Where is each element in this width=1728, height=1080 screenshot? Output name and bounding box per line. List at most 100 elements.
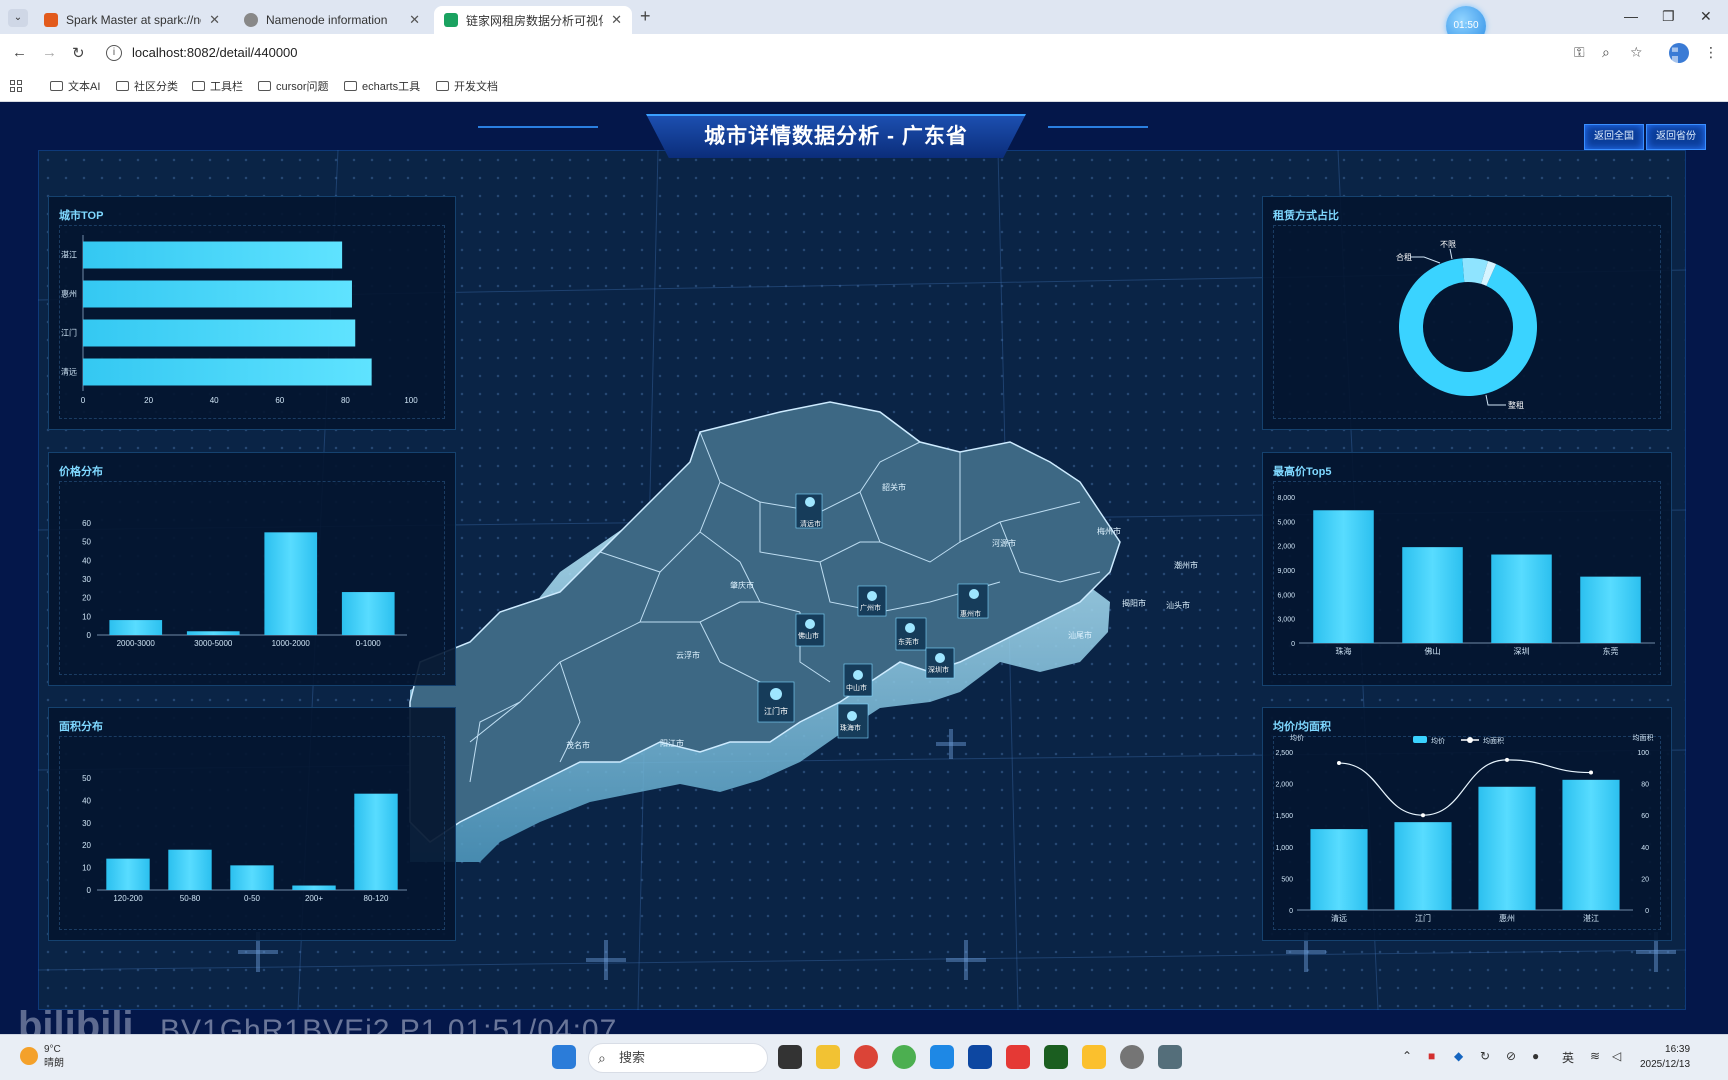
tab-namenode[interactable]: Namenode information ✕ xyxy=(234,6,430,34)
legend-swatch xyxy=(1413,736,1427,743)
app-icon[interactable] xyxy=(1158,1045,1182,1069)
volume-icon[interactable]: ◁ xyxy=(1612,1049,1621,1063)
wifi-icon[interactable]: ≋ xyxy=(1590,1049,1600,1063)
y-tick-label: 8,000 xyxy=(1277,495,1295,502)
bookmark-folder[interactable]: 工具栏 xyxy=(192,78,243,94)
forward-button[interactable]: → xyxy=(42,44,57,61)
app-icon[interactable] xyxy=(930,1045,954,1069)
map-marker-jiangmen[interactable]: 江门市 xyxy=(757,681,795,723)
header-deco-line xyxy=(478,126,598,128)
ime-indicator[interactable]: 英 xyxy=(1562,1049,1574,1066)
bar xyxy=(264,532,318,635)
y-tick-label: 2,500 xyxy=(1275,750,1293,757)
close-window-button[interactable]: ✕ xyxy=(1700,8,1712,25)
x-tick-label: 50-80 xyxy=(180,894,201,903)
y-tick-label: 20 xyxy=(82,841,91,850)
line-point xyxy=(1337,761,1341,766)
map-marker-foshan[interactable]: 佛山市 xyxy=(795,613,825,647)
map-marker-qingyuan[interactable]: 清远市 xyxy=(795,493,823,529)
back-to-province-button[interactable]: 返回省份 xyxy=(1646,124,1706,150)
url-field[interactable]: localhost:8082/detail/440000 xyxy=(132,45,298,60)
map-marker-zhongshan[interactable]: 中山市 xyxy=(843,663,873,697)
tab-close-icon[interactable]: ✕ xyxy=(409,12,420,28)
bookmark-folder[interactable]: 开发文档 xyxy=(436,78,498,94)
tab-dashboard[interactable]: 链家网租房数据分析可视化大屏 ✕ xyxy=(434,6,632,34)
task-view-icon[interactable] xyxy=(778,1045,802,1069)
bookmark-label: 工具栏 xyxy=(210,81,243,93)
site-info-icon[interactable]: i xyxy=(106,45,122,61)
new-tab-button[interactable]: + xyxy=(640,6,651,27)
y-tick-label: 清远 xyxy=(61,367,77,377)
tray-app-icon[interactable]: ■ xyxy=(1428,1049,1435,1063)
bar xyxy=(1478,786,1536,910)
app-icon[interactable] xyxy=(892,1045,916,1069)
search-icon: ⌕ xyxy=(598,1050,606,1066)
map-marker-shenzhen[interactable]: 深圳市 xyxy=(925,647,955,679)
bookmark-folder[interactable]: 文本AI xyxy=(50,78,100,94)
map-marker-guangzhou[interactable]: 广州市 xyxy=(857,585,887,617)
svg-text:惠州市: 惠州市 xyxy=(960,609,981,618)
weather-widget[interactable]: 9°C 晴朗 xyxy=(20,1043,64,1071)
panel-rent-type: 租赁方式占比 整租 合租 不限 xyxy=(1262,196,1672,430)
svg-text:深圳市: 深圳市 xyxy=(928,665,949,674)
bookmark-folder[interactable]: 社区分类 xyxy=(116,78,178,94)
tab-close-icon[interactable]: ✕ xyxy=(611,12,622,28)
x-tick-label: 珠海 xyxy=(1336,646,1352,656)
apps-grid-icon[interactable] xyxy=(10,80,22,92)
folder-icon xyxy=(116,81,129,91)
tab-search-button[interactable]: ⌄ xyxy=(8,9,28,27)
tab-title: Namenode information xyxy=(266,13,388,27)
map-marker-dongguan[interactable]: 东莞市 xyxy=(895,617,927,651)
reload-button[interactable]: ↻ xyxy=(72,44,85,62)
wps-icon[interactable] xyxy=(1006,1045,1030,1069)
tab-spark-master[interactable]: Spark Master at spark://node ✕ xyxy=(34,6,230,34)
y-tick-label: 6,000 xyxy=(1277,592,1295,599)
bookmark-folder[interactable]: cursor问题 xyxy=(258,78,329,94)
legend-label: 均价 xyxy=(1431,736,1445,745)
x-tick-label: 40 xyxy=(210,396,219,405)
taskbar-search[interactable]: ⌕ 搜索 xyxy=(588,1043,768,1073)
svg-text:珠海市: 珠海市 xyxy=(840,723,861,732)
menu-kebab-icon[interactable]: ⋮ xyxy=(1704,44,1718,61)
y2-tick-label: 100 xyxy=(1637,750,1649,757)
folder-icon xyxy=(258,81,271,91)
sun-icon xyxy=(20,1047,38,1065)
y-tick-label: 惠州 xyxy=(61,289,77,299)
app-icon[interactable] xyxy=(1082,1045,1106,1069)
microphone-icon[interactable]: ● xyxy=(1532,1049,1539,1063)
x-tick-label: 1000-2000 xyxy=(272,639,311,648)
file-explorer-icon[interactable] xyxy=(816,1045,840,1069)
bar xyxy=(1310,829,1368,910)
x-tick-label: 3000-5000 xyxy=(194,639,233,648)
map-label: 肇庆市 xyxy=(730,580,754,590)
tray-expand-icon[interactable]: ⌃ xyxy=(1402,1049,1412,1063)
map-marker-huizhou[interactable]: 惠州市 xyxy=(957,583,989,619)
svg-text:广州市: 广州市 xyxy=(860,603,881,612)
app-icon[interactable] xyxy=(1120,1045,1144,1069)
x-tick-label: 0-1000 xyxy=(356,639,381,648)
tray-network-off-icon[interactable]: ⊘ xyxy=(1506,1049,1516,1063)
back-button[interactable]: ← xyxy=(12,44,27,61)
windows-start-icon[interactable] xyxy=(552,1045,576,1069)
bookmark-label: echarts工具 xyxy=(362,81,421,93)
pycharm-icon[interactable] xyxy=(1044,1045,1068,1069)
clock-date: 2025/12/13 xyxy=(1640,1059,1691,1070)
pie-leader-line xyxy=(1410,256,1441,264)
restore-button[interactable]: ❐ xyxy=(1662,8,1675,25)
guangdong-map[interactable]: 韶关市 河源市 梅州市 潮州市 揭阳市 汕头市 汕尾市 肇庆市 云浮市 阳江市 … xyxy=(400,302,1240,862)
tray-shield-icon[interactable]: ◆ xyxy=(1454,1049,1463,1063)
system-clock[interactable]: 16:39 2025/12/13 xyxy=(1640,1042,1690,1072)
chrome-icon[interactable] xyxy=(854,1045,878,1069)
back-to-country-button[interactable]: 返回全国 xyxy=(1584,124,1644,150)
map-label: 阳江市 xyxy=(660,738,684,748)
tab-close-icon[interactable]: ✕ xyxy=(209,12,220,28)
map-label: 汕尾市 xyxy=(1068,630,1092,640)
bookmark-folder[interactable]: echarts工具 xyxy=(344,78,420,94)
store-icon[interactable] xyxy=(968,1045,992,1069)
y-tick-label: 2,000 xyxy=(1275,782,1293,789)
search-placeholder: 搜索 xyxy=(619,1050,646,1065)
bookmark-label: cursor问题 xyxy=(276,81,329,93)
tray-sync-icon[interactable]: ↻ xyxy=(1480,1049,1490,1063)
map-marker-zhuhai[interactable]: 珠海市 xyxy=(837,703,869,739)
minimize-button[interactable]: — xyxy=(1624,8,1638,24)
